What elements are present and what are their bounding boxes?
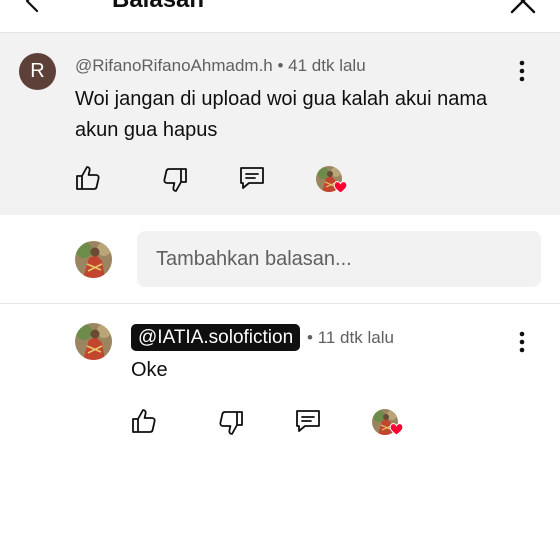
creator-handle-badge[interactable]: @IATIA.solofiction: [131, 324, 301, 351]
comment-meta: • 11 dtk lalu: [307, 328, 394, 348]
comment-time: 41 dtk lalu: [288, 56, 366, 75]
comment-text: Woi jangan di upload woi gua kalah akui …: [75, 88, 488, 141]
heart-icon: [333, 181, 348, 194]
comment-meta: @RifanoRifanoAhmadm.h • 41 dtk lalu: [75, 56, 366, 76]
panel-header: Balasan: [0, 0, 560, 33]
parent-comment: R @RifanoRifanoAhmadm.h • 41 dtk lalu Wo…: [0, 33, 560, 215]
comment-text: Oke: [131, 359, 168, 381]
more-options-icon[interactable]: [512, 330, 532, 354]
more-options-icon[interactable]: [512, 59, 532, 83]
dislike-icon[interactable]: [161, 166, 189, 194]
user-avatar: [75, 241, 112, 278]
avatar[interactable]: R: [19, 53, 56, 90]
arrow-back-icon[interactable]: [18, 0, 48, 16]
heart-icon: [389, 423, 404, 436]
avatar-letter: R: [30, 60, 45, 82]
comment-author[interactable]: @RifanoRifanoAhmadm.h: [75, 56, 273, 75]
meta-separator: •: [272, 56, 289, 75]
reply-icon[interactable]: [294, 407, 322, 435]
add-reply-input[interactable]: [137, 231, 541, 287]
reply-comment: @IATIA.solofiction • 11 dtk lalu Oke: [0, 304, 560, 560]
panel-title: Balasan: [112, 0, 204, 12]
add-reply-row: [0, 215, 560, 304]
like-icon[interactable]: [130, 407, 158, 435]
comment-time: 11 dtk lalu: [317, 328, 394, 347]
like-icon[interactable]: [74, 164, 102, 192]
avatar[interactable]: [75, 323, 112, 360]
close-icon[interactable]: [506, 0, 540, 18]
meta-separator: •: [307, 328, 318, 347]
dislike-icon[interactable]: [217, 409, 245, 437]
reply-icon[interactable]: [238, 164, 266, 192]
